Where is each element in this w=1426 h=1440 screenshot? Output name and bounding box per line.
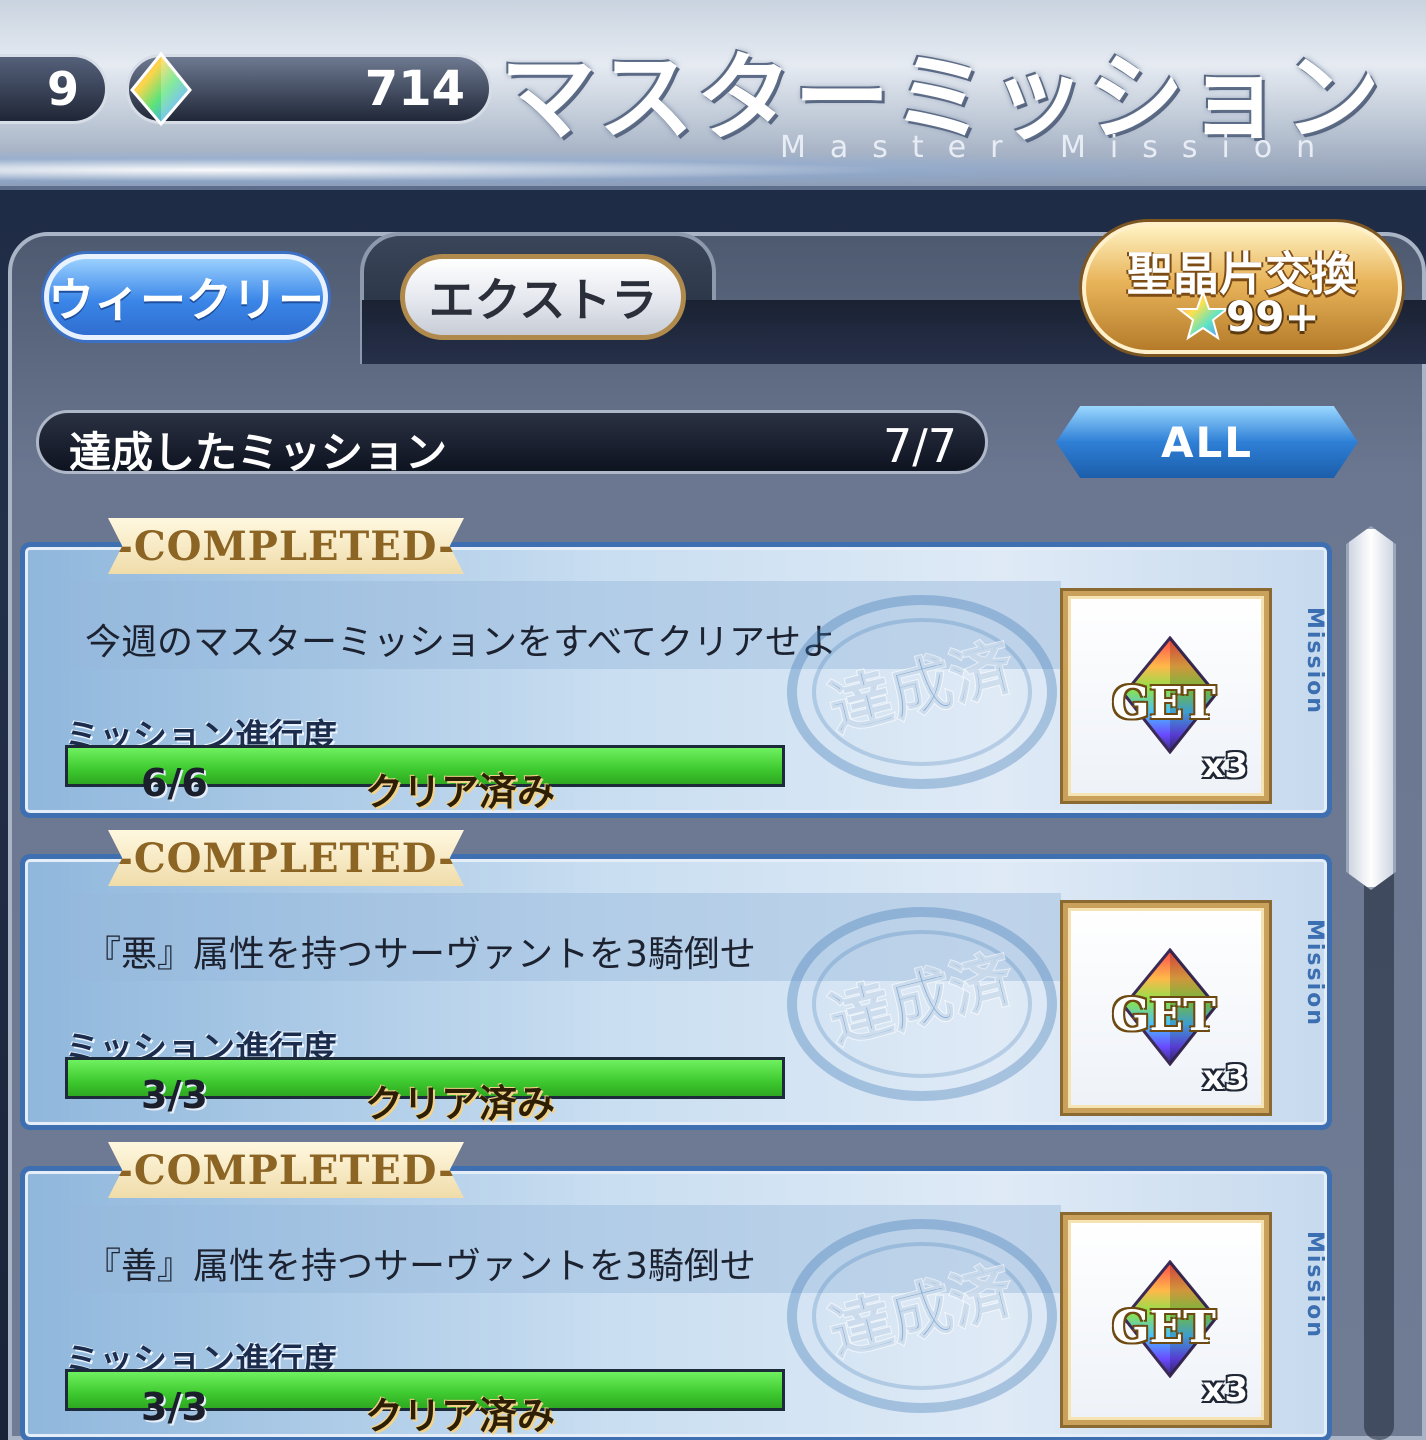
completed-tag: -COMPLETED- [108,518,464,574]
reward-quantity: x3 [1202,746,1248,786]
completed-tag: -COMPLETED- [108,830,464,886]
mission-side-label: Mission [1302,607,1327,715]
ap-value: 9 [46,62,79,116]
reward-quantity: x3 [1202,1058,1248,1098]
achieved-label: 達成したミッション [69,428,448,477]
progress-count: 6/6 [141,761,208,805]
reward-get-button[interactable]: GET x3 [1063,591,1269,801]
reward-get-label: GET [1112,678,1216,729]
reward-get-label: GET [1112,1302,1216,1353]
rainbow-gem-icon [130,51,192,127]
tab-extra[interactable]: エクストラ [400,254,686,340]
fragment-exchange-button[interactable]: 聖晶片交換 99+ [1082,222,1402,354]
header-banner: 9 714 マスターミッション Master Mission [0,0,1426,190]
stamp-text: 達成済 [822,941,1021,1057]
mission-card[interactable]: 今週のマスターミッションをすべてクリアせよ 達成済 ミッション進行度 6/6 ク… [20,542,1332,818]
reward-get-label: GET [1112,990,1216,1041]
achieved-stamp: 達成済 [787,595,1057,789]
reward-get-button[interactable]: GET x3 [1063,903,1269,1113]
ap-counter: 9 [0,54,108,124]
progress-status: クリア済み [365,770,556,814]
mission-side-label: Mission [1302,1231,1327,1339]
fragment-count: 99+ [1226,292,1320,341]
progress-status: クリア済み [365,1082,556,1126]
progress-count: 3/3 [141,1385,208,1429]
mission-card[interactable]: 『善』属性を持つサーヴァントを3騎倒せ 達成済 ミッション進行度 3/3 クリア… [20,1166,1332,1440]
stamp-text: 達成済 [822,1253,1021,1369]
stamp-text: 達成済 [822,629,1021,745]
reward-get-button[interactable]: GET x3 [1063,1215,1269,1425]
mission-description: 『善』属性を持つサーヴァントを3騎倒せ [85,1246,756,1287]
scrollbar-thumb[interactable] [1346,526,1396,890]
saint-quartz-value: 714 [364,61,465,117]
page-subtitle: Master Mission [780,130,1340,165]
achieved-stamp: 達成済 [787,1219,1057,1413]
mission-description: 今週のマスターミッションをすべてクリアせよ [85,622,838,663]
achieved-missions-bar: 達成したミッション 7/7 [36,410,988,477]
mission-side-label: Mission [1302,919,1327,1027]
rainbow-star-icon [1176,290,1230,341]
progress-count: 3/3 [141,1073,208,1117]
filter-all-button[interactable]: ALL [1056,406,1358,478]
achieved-count: 7/7 [882,419,957,473]
reward-quantity: x3 [1202,1370,1248,1410]
page-title: マスターミッション [500,41,1382,154]
tab-weekly[interactable]: ウィークリー [44,254,328,340]
progress-status: クリア済み [365,1394,556,1438]
mission-description: 『悪』属性を持つサーヴァントを3騎倒せ [85,934,756,975]
completed-tag: -COMPLETED- [108,1142,464,1198]
achieved-stamp: 達成済 [787,907,1057,1101]
mission-card[interactable]: 『悪』属性を持つサーヴァントを3騎倒せ 達成済 ミッション進行度 3/3 クリア… [20,854,1332,1130]
